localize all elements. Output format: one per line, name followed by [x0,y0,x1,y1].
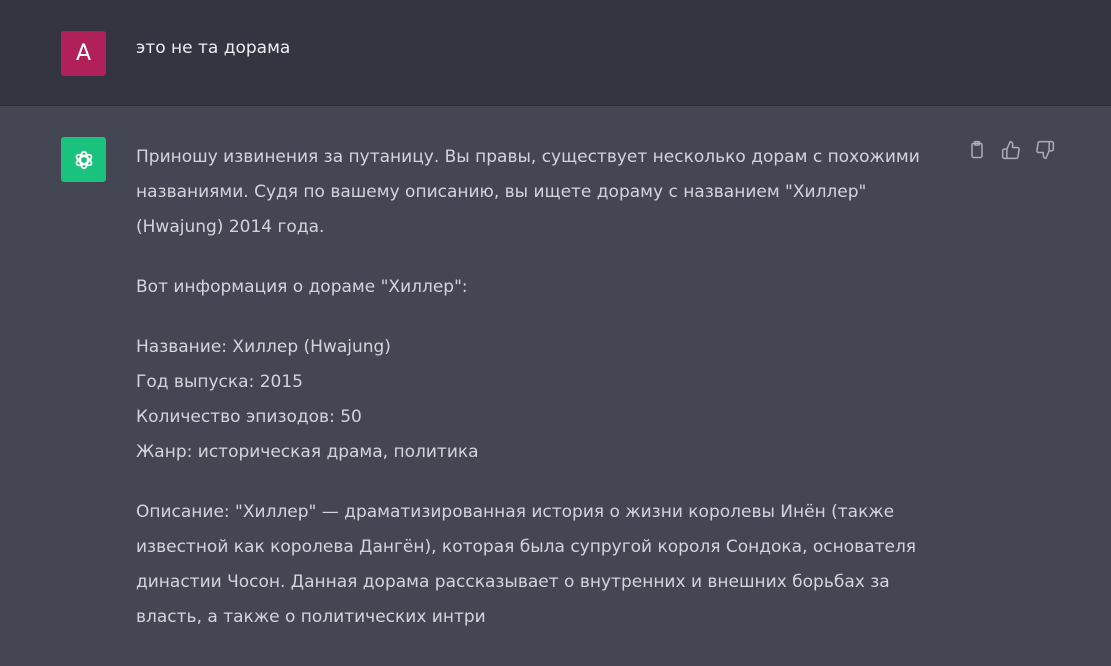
info-genre: Жанр: историческая драма, политика [136,442,479,462]
thumbs-up-button[interactable] [1001,140,1021,160]
assistant-message-row: Приношу извинения за путаницу. Вы правы,… [0,106,1111,666]
text-line: известной как королева Дангён), которая … [136,537,917,557]
paragraph-intro: Вот информация о дораме "Хиллер": [136,270,936,305]
paragraph-apology: Приношу извинения за путаницу. Вы правы,… [136,140,936,245]
user-avatar: A [61,31,106,76]
user-message-text: это не та дорама [136,38,291,58]
paragraph-info: Название: Хиллер (Hwajung) Год выпуска: … [136,330,936,470]
user-message-row: A это не та дорама [0,0,1111,106]
text-line: Приношу извинения за путаницу. Вы правы,… [136,147,920,167]
text-line: (Hwajung) 2014 года. [136,217,325,237]
text-line: Вот информация о дораме "Хиллер": [136,277,468,297]
thumbs-up-icon [1001,140,1020,160]
assistant-avatar [61,137,106,182]
copy-button[interactable] [967,140,987,160]
info-year: Год выпуска: 2015 [136,372,303,392]
thumbs-down-icon [1036,140,1055,160]
text-line: Описание: "Хиллер" — драматизированная и… [136,502,895,522]
clipboard-icon [971,140,983,159]
info-episodes: Количество эпизодов: 50 [136,407,362,427]
paragraph-description: Описание: "Хиллер" — драматизированная и… [136,495,936,635]
thumbs-down-button[interactable] [1035,140,1055,160]
text-line: власть, а также о политических интри [136,607,486,627]
assistant-message-text: Приношу извинения за путаницу. Вы правы,… [136,140,936,635]
text-line: династии Чосон. Данная дорама рассказыва… [136,572,890,592]
openai-logo-icon [75,150,92,169]
message-actions [967,140,1055,160]
info-title: Название: Хиллер (Hwajung) [136,337,391,357]
text-line: названиями. Судя по вашему описанию, вы … [136,182,867,202]
